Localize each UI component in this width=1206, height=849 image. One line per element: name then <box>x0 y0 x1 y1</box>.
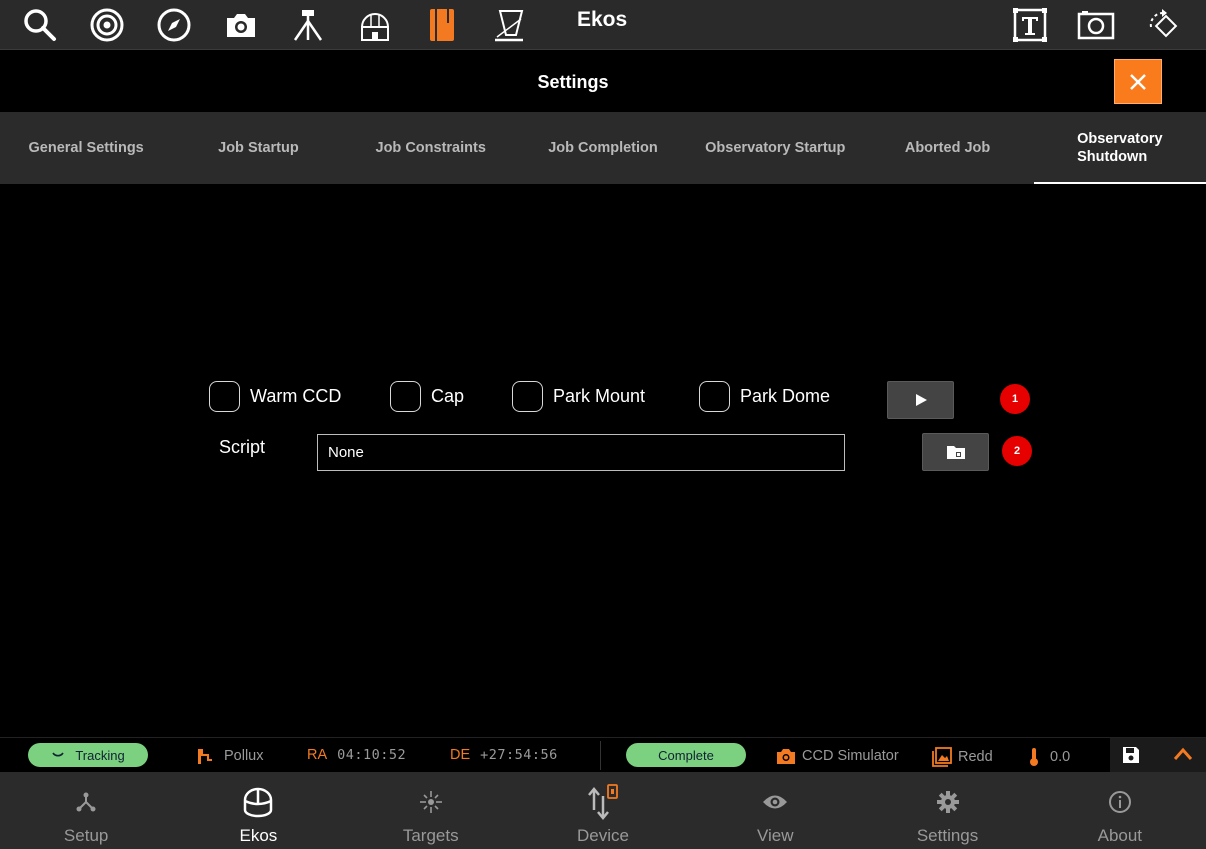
tracking-icon <box>52 752 64 757</box>
top-toolbar: Ekos <box>0 0 1206 50</box>
park-mount-checkbox[interactable]: Park Mount <box>512 380 645 412</box>
nav-label: View <box>756 826 794 845</box>
checkbox-box[interactable] <box>512 380 543 412</box>
tab-observatory-startup[interactable]: Observatory Startup <box>689 112 861 184</box>
nav-label: Settings <box>916 826 979 845</box>
cap-checkbox[interactable]: Cap <box>390 380 464 412</box>
rotate-icon[interactable] <box>1138 0 1188 50</box>
bottom-navigation: Setup Ekos Targets Device View Settings … <box>0 772 1206 849</box>
tab-job-startup[interactable]: Job Startup <box>172 112 344 184</box>
checkbox-box[interactable] <box>209 380 240 412</box>
ra-readout: RA 04:10:52 <box>307 747 407 763</box>
camera-icon[interactable] <box>216 0 266 50</box>
run-shutdown-button[interactable] <box>887 381 954 419</box>
close-icon <box>1130 73 1146 90</box>
annotation-badge-2: 2 <box>1002 436 1032 466</box>
save-icon[interactable] <box>1122 746 1140 764</box>
checkbox-label: Park Dome <box>740 385 831 406</box>
capture-status-pill: Complete <box>626 743 746 767</box>
folder-icon <box>946 446 965 459</box>
app-title: Ekos <box>577 8 628 31</box>
image-filter: Redd <box>932 747 993 767</box>
telescope-icon[interactable] <box>484 0 534 50</box>
ekos-icon <box>244 787 273 818</box>
nav-targets[interactable]: Targets <box>345 772 517 849</box>
tab-aborted-job[interactable]: Aborted Job <box>861 112 1033 184</box>
nav-label: Setup <box>63 826 109 845</box>
checkbox-label: Warm CCD <box>250 385 342 406</box>
play-icon <box>915 394 927 406</box>
compass-icon[interactable] <box>149 0 199 50</box>
tab-observatory-shutdown[interactable]: Observatory Shutdown <box>1033 112 1206 184</box>
tracking-status-pill: Tracking <box>28 743 148 767</box>
annotation-badge-1: 1 <box>1000 384 1030 414</box>
mount-icon <box>198 749 212 764</box>
park-dome-checkbox[interactable]: Park Dome <box>699 380 830 412</box>
observatory-icon[interactable] <box>350 0 400 50</box>
nav-ekos[interactable]: Ekos <box>172 772 344 849</box>
tab-job-constraints[interactable]: Job Constraints <box>345 112 517 184</box>
status-actions <box>1110 738 1206 773</box>
checkbox-label: Park Mount <box>553 385 646 406</box>
image-icon <box>932 747 952 767</box>
tripod-icon[interactable] <box>283 0 333 50</box>
chevron-up-icon[interactable] <box>1173 747 1193 761</box>
settings-tabs: General Settings Job Startup Job Constra… <box>0 112 1206 184</box>
camera-icon <box>777 749 795 764</box>
nav-label: Ekos <box>239 826 278 845</box>
search-icon[interactable] <box>15 0 65 50</box>
mount-target: Pollux <box>196 747 264 765</box>
settings-header: Settings <box>0 51 1206 112</box>
settings-title: Settings <box>537 72 609 92</box>
checkbox-box[interactable] <box>699 380 730 412</box>
nav-label: Device <box>577 826 629 845</box>
target-icon[interactable] <box>82 0 132 50</box>
tab-job-completion[interactable]: Job Completion <box>517 112 689 184</box>
close-button[interactable] <box>1114 59 1162 104</box>
de-readout: DE +27:54:56 <box>450 747 558 763</box>
nav-settings[interactable]: Settings <box>861 772 1033 849</box>
status-divider <box>600 741 601 770</box>
warm-ccd-checkbox[interactable]: Warm CCD <box>209 380 341 412</box>
nav-setup[interactable]: Setup <box>0 772 172 849</box>
select-script-button[interactable] <box>922 433 989 471</box>
script-input[interactable] <box>317 434 845 471</box>
tab-general-settings[interactable]: General Settings <box>0 112 172 184</box>
checkbox-box[interactable] <box>390 380 421 412</box>
script-label: Script <box>219 437 266 457</box>
temperature-readout: 0.0 <box>1028 747 1070 767</box>
setup-icon <box>76 792 96 812</box>
notebook-icon[interactable] <box>417 0 467 50</box>
nav-view[interactable]: View <box>689 772 861 849</box>
nav-about[interactable]: About <box>1034 772 1206 849</box>
gear-icon <box>936 791 959 813</box>
nav-label: About <box>1097 826 1143 845</box>
text-frame-icon[interactable] <box>1005 0 1055 50</box>
nav-label: Targets <box>402 826 459 845</box>
info-icon <box>1108 791 1131 813</box>
checkbox-label: Cap <box>431 385 465 406</box>
status-bar: Tracking Pollux RA 04:10:52 DE +27:54:56… <box>0 737 1206 773</box>
eye-icon <box>763 795 788 809</box>
targets-icon <box>419 791 442 813</box>
device-icon <box>588 784 618 820</box>
nav-device[interactable]: Device <box>517 772 689 849</box>
thermometer-icon <box>1030 748 1038 766</box>
camera-device: CCD Simulator <box>776 747 899 765</box>
screenshot-icon[interactable] <box>1071 0 1121 50</box>
